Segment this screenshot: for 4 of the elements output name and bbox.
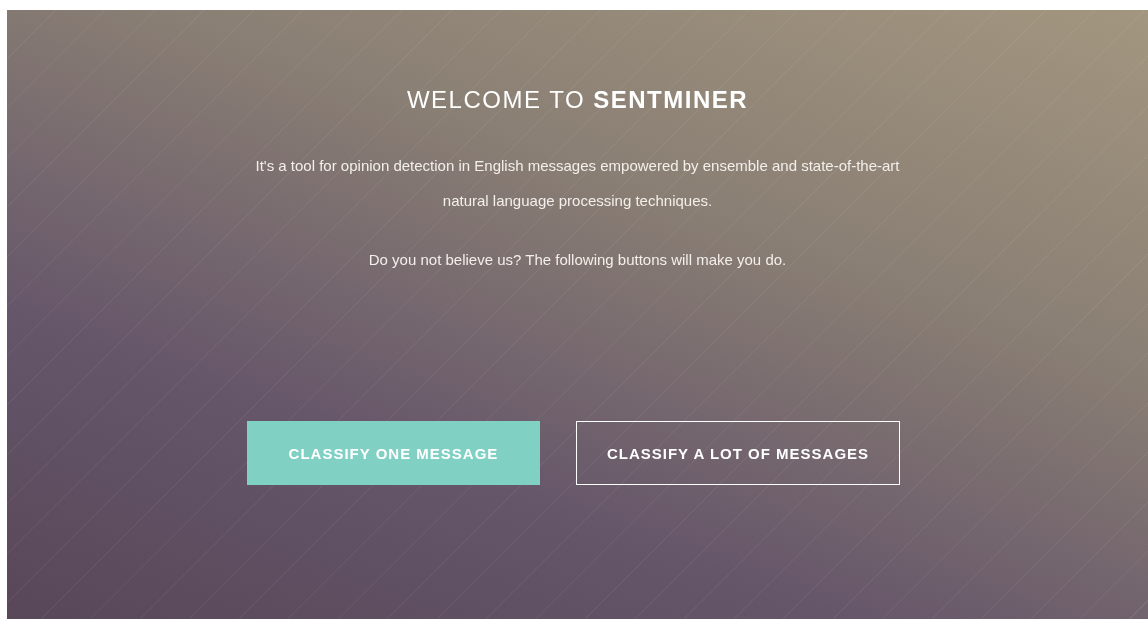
intro-text: Do you not believe us? The following buttons will make you do. — [367, 250, 788, 270]
classify-button[interactable]: CLASSIFY A LOT OF MESSAGES — [576, 421, 900, 485]
intro-text: It's a tool for opinion detection in English messages empowered by ensemble and state-of-the-art natural language processing techniques. — [254, 156, 901, 211]
welcome-title: WELCOME TO SENTMINER — [406, 86, 749, 114]
